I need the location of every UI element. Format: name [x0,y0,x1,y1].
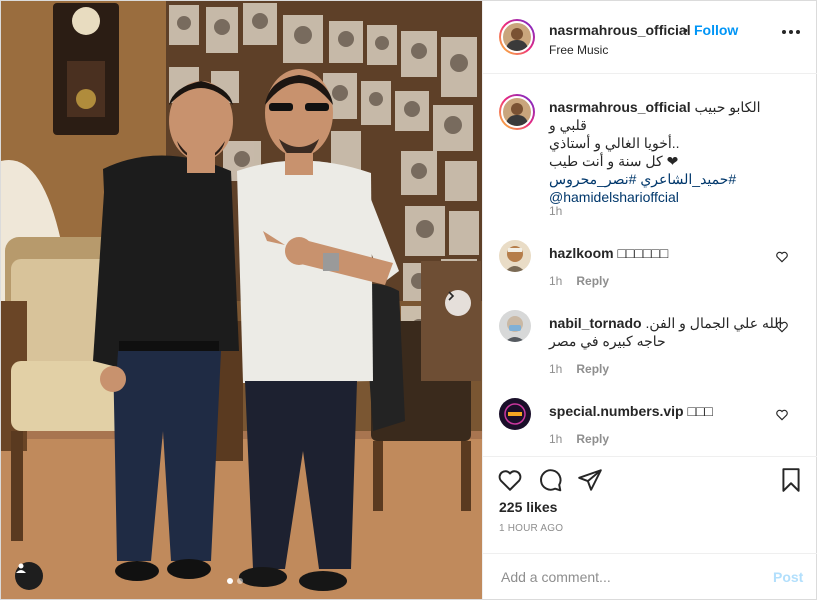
post-actions: 225 likes 1 HOUR AGO Post [483,456,817,600]
save-bookmark-icon[interactable] [778,467,804,493]
author-avatar[interactable] [499,19,535,55]
add-comment-row: Post [483,553,817,601]
post-header: nasrmahrous_official • Follow Free Music [483,1,817,74]
heart-icon[interactable] [775,320,789,334]
commenter-avatar[interactable] [499,240,531,272]
avatar-special-numbers [499,398,531,430]
like-heart-icon[interactable] [497,467,523,493]
comment-meta: 1h Reply [549,362,609,376]
follow-button[interactable]: Follow [694,22,738,38]
caption-mention[interactable]: @hamidelsharioffcial [549,188,785,206]
caption-avatar[interactable] [499,94,535,130]
tagged-people-button[interactable] [15,562,43,590]
caption-hashtags[interactable]: #حميد_الشاعري #نصر_محروس [549,170,785,188]
caption-line-3: ❤ كل سنة و أنت طيب [549,153,679,169]
user-icon [16,563,26,573]
comment-username[interactable]: special.numbers.vip [549,403,684,419]
reply-button[interactable]: Reply [576,432,609,446]
comment-body: الله علي الجمال و الفن. [645,315,783,331]
heart-icon[interactable] [775,408,789,422]
comment-time[interactable]: 1h [549,432,562,446]
carousel-dot-2 [237,578,243,584]
comment-time[interactable]: 1h [549,274,562,288]
comment-username[interactable]: hazlkoom [549,245,614,261]
post-comment-button[interactable]: Post [773,569,803,585]
comments-list: nasrmahrous_official الكابو حبيب قلبي و … [483,74,817,456]
commenter-avatar[interactable] [499,310,531,342]
post-timestamp[interactable]: 1 HOUR AGO [499,523,563,534]
reply-button[interactable]: Reply [576,274,609,288]
photo-scene [1,1,482,599]
audio-subtitle[interactable]: Free Music [549,43,608,57]
comment-meta: 1h Reply [549,432,609,446]
comment-time[interactable]: 1h [549,362,562,376]
more-horizontal-icon[interactable] [782,30,800,34]
comment-text: nabil_tornado الله علي الجمال و الفن. حا… [549,314,785,350]
caption-text: nasrmahrous_official الكابو حبيب قلبي و … [549,98,785,206]
header-separator: • [683,22,688,38]
avatar-nabil-tornado [499,310,531,342]
comment-icon[interactable] [537,467,563,493]
comment-text: special.numbers.vip □□□ [549,402,713,420]
comment-input[interactable] [499,566,753,588]
comment-body: □□□□□□ [617,245,669,261]
heart-icon[interactable] [775,250,789,264]
likes-count[interactable]: 225 likes [499,499,557,515]
avatar-hazlkoom [499,240,531,272]
caption-username[interactable]: nasrmahrous_official [549,99,691,115]
comment-body: □□□ [687,403,713,419]
share-icon[interactable] [577,467,603,493]
comment-meta: 1h Reply [549,274,609,288]
post-sidebar: nasrmahrous_official • Follow Free Music… [482,1,817,599]
post-photo[interactable] [1,1,482,599]
carousel-next-button[interactable] [445,290,471,316]
carousel-dot-1 [227,578,233,584]
commenter-avatar[interactable] [499,398,531,430]
reply-button[interactable]: Reply [576,362,609,376]
comment-text: hazlkoom □□□□□□ [549,244,668,262]
chevron-right-icon [448,291,455,301]
caption-time[interactable]: 1h [549,204,562,218]
comment-username[interactable]: nabil_tornado [549,315,642,331]
post-window: nasrmahrous_official • Follow Free Music… [0,0,817,600]
author-username[interactable]: nasrmahrous_official [549,22,691,38]
carousel-indicator [227,578,243,584]
comment-body-line-2: حاجه كبيره في مصر [549,333,666,349]
caption-line-2: ..أخويا الغالي و أستاذي [549,135,680,151]
